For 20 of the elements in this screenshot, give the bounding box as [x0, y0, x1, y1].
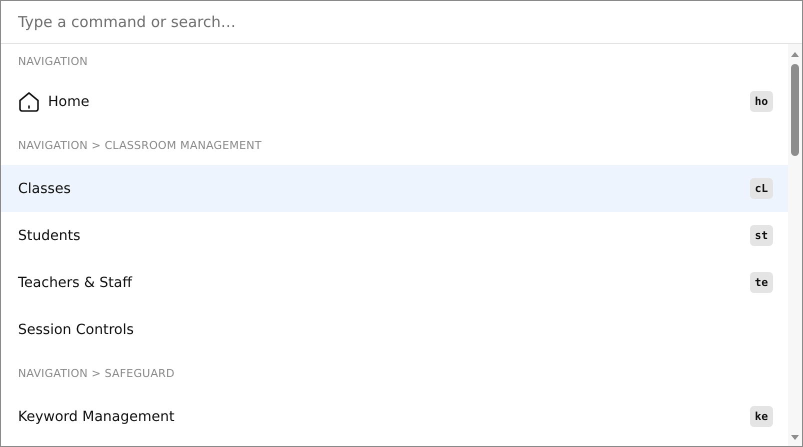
- command-label: Classes: [18, 180, 72, 196]
- command-label: Keyword Management: [18, 408, 176, 424]
- shortcut-key: ho: [750, 91, 773, 112]
- shortcut-key: st: [750, 225, 773, 246]
- scroll-thumb[interactable]: [791, 64, 799, 156]
- group-heading: NAVIGATION: [17, 54, 89, 70]
- command-label: Teachers & Staff: [18, 274, 134, 290]
- command-label: Home: [48, 94, 90, 110]
- command-item[interactable]: Classes cL: [1, 165, 788, 212]
- scroll-up-icon[interactable]: [790, 50, 800, 58]
- group-heading: NAVIGATION > CLASSROOM MANAGEMENT: [17, 138, 263, 154]
- command-label: Session Controls: [18, 322, 135, 338]
- home-icon: [18, 90, 40, 112]
- shortcut-key: cL: [750, 178, 773, 199]
- group-heading: NAVIGATION > SAFEGUARD: [17, 366, 176, 382]
- scrollbar[interactable]: [788, 44, 802, 446]
- command-label: Students: [18, 228, 82, 244]
- scroll-down-icon[interactable]: [790, 434, 800, 442]
- shortcut-key: ke: [750, 406, 773, 427]
- shortcut-key: te: [750, 272, 773, 293]
